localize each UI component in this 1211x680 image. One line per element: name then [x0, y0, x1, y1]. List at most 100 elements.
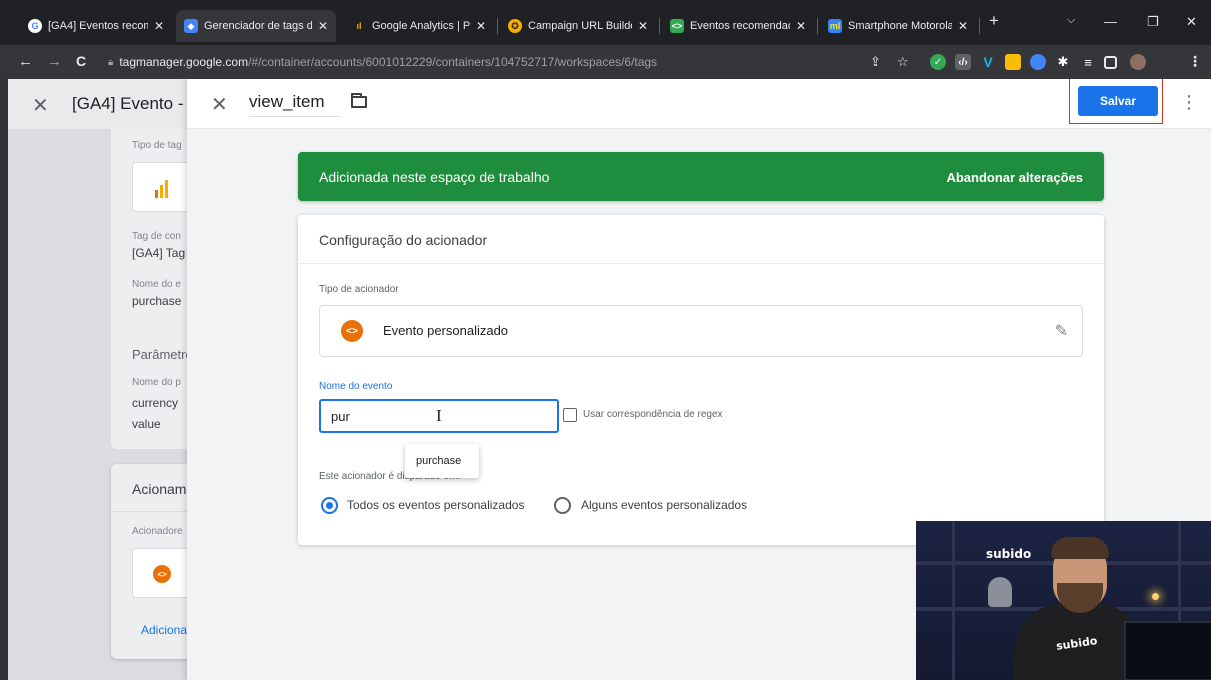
- extension-blue-icon[interactable]: [1030, 54, 1046, 70]
- back-icon[interactable]: ←: [18, 53, 33, 70]
- google-icon: G: [28, 19, 42, 33]
- autocomplete-suggestion[interactable]: purchase: [405, 444, 479, 478]
- option-some-events-label: Alguns eventos personalizados: [581, 498, 748, 512]
- campaign-builder-icon: ✪: [508, 19, 522, 33]
- tab-title: Campaign URL Builde: [528, 20, 632, 32]
- regex-checkbox[interactable]: [563, 408, 577, 422]
- shelf-post: [952, 521, 955, 680]
- param-value: value: [132, 417, 161, 431]
- tag-config-value: [GA4] Tag: [132, 246, 186, 260]
- browser-tab-ga4-events[interactable]: G [GA4] Eventos recome ✕: [20, 10, 172, 42]
- close-tab-icon[interactable]: ✕: [796, 19, 806, 33]
- address-bar[interactable]: 🔒︎ tagmanager.google.com/#/container/acc…: [108, 49, 928, 75]
- reading-list-icon[interactable]: ≡: [1080, 54, 1096, 70]
- profile-avatar[interactable]: [1130, 54, 1146, 70]
- webcam-overlay: subido subido: [916, 521, 1211, 680]
- browser-tab-google-analytics[interactable]: ıl Google Analytics | Pá ✕: [344, 10, 494, 42]
- extension-check-icon[interactable]: ✓: [930, 54, 946, 70]
- new-tab-icon[interactable]: +: [989, 11, 999, 31]
- divider: [298, 263, 1104, 264]
- tag-config-label: Tag de con: [132, 231, 181, 242]
- close-tab-icon[interactable]: ✕: [638, 19, 648, 33]
- decor-statue: [988, 577, 1012, 607]
- triggers-label: Acionadore: [132, 526, 183, 537]
- trigger-editor-header: ✕ view_item Salvar ⋮: [187, 79, 1211, 129]
- tag-type-label: Tipo de tag: [132, 140, 182, 151]
- option-all-events-label: Todos os eventos personalizados: [347, 498, 525, 512]
- close-tag-editor-icon[interactable]: ✕: [32, 93, 49, 118]
- mercadolivre-icon: ml: [828, 19, 842, 33]
- share-icon[interactable]: ⇪: [870, 54, 881, 70]
- save-button[interactable]: Salvar: [1078, 86, 1158, 116]
- tab-title: Google Analytics | Pá: [372, 20, 470, 32]
- param-name-label: Nome do p: [132, 377, 181, 388]
- folder-icon[interactable]: [351, 93, 367, 108]
- edit-pencil-icon[interactable]: ✎: [1055, 321, 1068, 341]
- close-window-icon[interactable]: ✕: [1186, 14, 1197, 30]
- trigger-name-field[interactable]: view_item: [249, 91, 339, 117]
- analytics-icon: ıl: [356, 21, 362, 31]
- presenter-hair: [1051, 537, 1109, 559]
- close-trigger-editor-icon[interactable]: ✕: [211, 92, 228, 117]
- side-panel-icon[interactable]: [1104, 56, 1117, 69]
- browser-tab-recommended-events[interactable]: <> Eventos recomendado ✕: [662, 10, 814, 42]
- code-icon: <>: [670, 19, 684, 33]
- extensions-puzzle-icon[interactable]: ✱: [1055, 54, 1071, 70]
- left-edge: [0, 79, 8, 680]
- radio-some-events[interactable]: [554, 497, 571, 514]
- banner-text: Adicionada neste espaço de trabalho: [319, 169, 550, 185]
- text-cursor-icon: I: [436, 406, 442, 425]
- reload-icon[interactable]: C: [76, 53, 86, 69]
- close-tab-icon[interactable]: ✕: [958, 19, 968, 33]
- restore-icon[interactable]: ❐: [1147, 14, 1159, 30]
- monitor: [1124, 621, 1211, 680]
- url-path: /#/container/accounts/6001012229/contain…: [248, 55, 658, 69]
- add-trigger-link[interactable]: Adiciona: [141, 623, 187, 637]
- close-tab-icon[interactable]: ✕: [154, 19, 164, 33]
- triggering-heading: Acionam: [132, 481, 187, 497]
- forward-icon[interactable]: →: [47, 53, 62, 70]
- param-currency: currency: [132, 396, 179, 410]
- tab-search-icon[interactable]: ⌵: [1067, 14, 1075, 27]
- tab-title: Smartphone Motorola: [848, 20, 952, 32]
- workspace-status-banner: Adicionada neste espaço de trabalho Aban…: [298, 152, 1104, 201]
- tab-title: Eventos recomendado: [690, 20, 790, 32]
- regex-label: Usar correspondência de regex: [583, 409, 723, 420]
- close-tab-icon[interactable]: ✕: [318, 19, 328, 33]
- extension-code-icon[interactable]: ‹/›: [955, 54, 971, 70]
- tab-separator: [497, 18, 498, 34]
- tab-title: Gerenciador de tags d: [204, 20, 312, 32]
- discard-changes-button[interactable]: Abandonar alterações: [946, 170, 1083, 185]
- trigger-type-value: Evento personalizado: [383, 323, 509, 338]
- parameters-heading: Parâmetro: [132, 347, 193, 362]
- browser-tab-smartphone[interactable]: ml Smartphone Motorola ✕: [820, 10, 976, 42]
- more-options-icon[interactable]: ⋮: [1180, 92, 1198, 113]
- custom-event-icon: <>: [341, 320, 363, 342]
- tab-separator: [659, 18, 660, 34]
- trigger-configuration-card: Configuração do acionador Tipo de aciona…: [298, 215, 1104, 545]
- minimize-icon[interactable]: —: [1104, 14, 1117, 29]
- bookmark-star-icon[interactable]: ☆: [897, 54, 909, 70]
- browser-toolbar: ← → C 🔒︎ tagmanager.google.com/#/contain…: [0, 45, 1211, 79]
- trigger-tile[interactable]: <>: [132, 548, 192, 598]
- browser-menu-icon[interactable]: ⋮: [1188, 53, 1202, 70]
- brand-sign: subido: [986, 547, 1032, 561]
- event-name-label: Nome do evento: [319, 381, 393, 392]
- browser-tab-campaign-url-builder[interactable]: ✪ Campaign URL Builde ✕: [500, 10, 656, 42]
- trigger-type-selector[interactable]: <> Evento personalizado ✎: [319, 305, 1083, 357]
- tag-manager-icon: ◆: [184, 19, 198, 33]
- extension-tag-icon[interactable]: [1005, 54, 1021, 70]
- tab-separator: [817, 18, 818, 34]
- extension-vimeo-icon[interactable]: V: [980, 54, 996, 70]
- browser-tab-tag-manager[interactable]: ◆ Gerenciador de tags d ✕: [176, 10, 336, 42]
- custom-event-icon: <>: [153, 565, 171, 583]
- lock-icon: 🔒︎: [108, 56, 114, 68]
- close-tab-icon[interactable]: ✕: [476, 19, 486, 33]
- radio-all-events[interactable]: [321, 497, 338, 514]
- tag-editor-title: [GA4] Evento -: [72, 94, 184, 113]
- tag-type-tile[interactable]: [132, 162, 192, 212]
- card-title: Configuração do acionador: [319, 232, 488, 248]
- event-name-label: Nome do e: [132, 279, 181, 290]
- analytics-icon: [155, 180, 168, 198]
- tab-separator: [979, 18, 980, 34]
